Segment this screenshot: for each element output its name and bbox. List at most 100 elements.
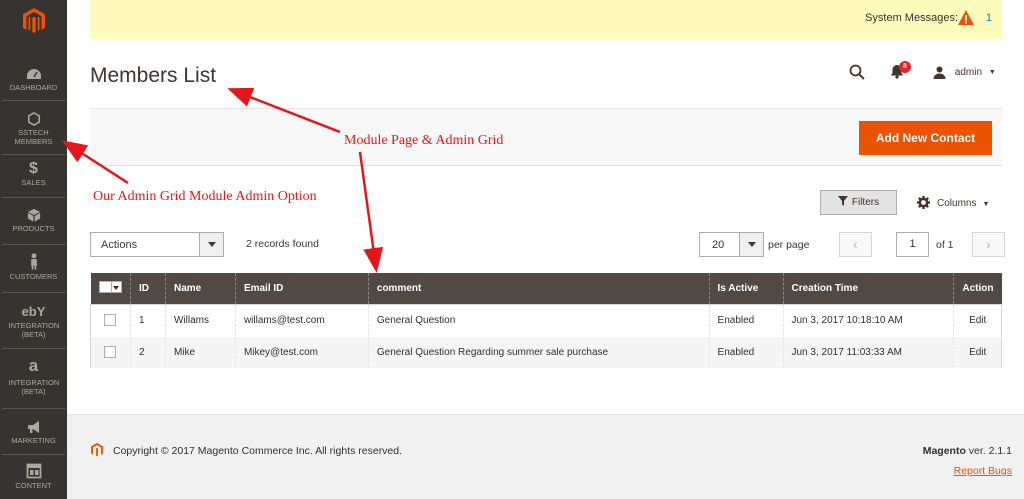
mass-actions-select[interactable]: Actions bbox=[90, 232, 224, 257]
column-header-is-active[interactable]: Is Active bbox=[708, 273, 783, 304]
cell-is-active: Enabled bbox=[708, 304, 783, 337]
sidebar-item-label: PRODUCTS bbox=[12, 224, 55, 233]
sidebar-item-customers[interactable]: CUSTOMERS bbox=[0, 253, 67, 281]
filters-label: Filters bbox=[851, 197, 880, 208]
column-header-creation-time[interactable]: Creation Time bbox=[782, 273, 954, 304]
divider bbox=[2, 292, 65, 293]
row-checkbox[interactable] bbox=[104, 346, 117, 358]
columns-label: Columns bbox=[937, 198, 977, 209]
dashboard-icon bbox=[26, 69, 41, 79]
sidebar-item-sstech-members[interactable]: SSTECH MEMBERS bbox=[0, 112, 67, 146]
user-icon bbox=[933, 66, 946, 79]
sidebar-item-marketing[interactable]: MARKETING bbox=[0, 420, 67, 445]
person-icon bbox=[30, 253, 37, 270]
ebay-icon: ebY bbox=[21, 304, 46, 319]
brand-name: Magento bbox=[922, 445, 966, 457]
chevron-right-icon: › bbox=[986, 236, 991, 252]
magento-logo-icon bbox=[22, 8, 45, 33]
cell-is-active: Enabled bbox=[708, 336, 783, 369]
notifications-badge: 8 bbox=[899, 61, 911, 73]
previous-page-button[interactable]: ‹ bbox=[839, 232, 872, 257]
report-bugs-link[interactable]: Report Bugs bbox=[954, 465, 1012, 477]
user-menu[interactable]: admin ▼ bbox=[933, 66, 996, 79]
global-search-button[interactable] bbox=[849, 64, 865, 83]
sidebar-item-label: DASHBOARD bbox=[9, 83, 58, 92]
dollar-icon: $ bbox=[29, 160, 38, 177]
cell-creation-time: Jun 3, 2017 11:03:33 AM bbox=[782, 336, 954, 369]
cell-comment: General Question Regarding summer sale p… bbox=[367, 336, 710, 369]
chevron-down-icon bbox=[199, 233, 223, 256]
page-number-input[interactable]: 1 bbox=[896, 232, 929, 257]
members-grid: ID Name Email ID comment Is Active Creat… bbox=[90, 273, 1002, 369]
chevron-down-icon: ▼ bbox=[982, 201, 990, 208]
content-icon bbox=[26, 463, 41, 479]
system-messages-count[interactable]: 1 bbox=[986, 12, 992, 24]
funnel-icon bbox=[837, 196, 848, 206]
divider bbox=[2, 454, 65, 455]
per-page-value: 20 bbox=[712, 239, 725, 251]
column-header-comment[interactable]: comment bbox=[367, 273, 710, 304]
sidebar-item-label: SSTECH MEMBERS bbox=[14, 128, 53, 146]
mass-select-checkbox[interactable] bbox=[98, 280, 122, 293]
cube-icon bbox=[27, 208, 40, 222]
sidebar-item-label: SALES bbox=[21, 178, 46, 187]
column-header-email[interactable]: Email ID bbox=[234, 273, 369, 304]
divider bbox=[2, 197, 65, 198]
table-row: 2 Mike Mikey@test.com General Question R… bbox=[90, 336, 1002, 369]
divider bbox=[2, 154, 65, 155]
sidebar-item-label: CUSTOMERS bbox=[9, 272, 58, 281]
sidebar-item-sales[interactable]: $ SALES bbox=[0, 160, 67, 188]
column-header-name[interactable]: Name bbox=[164, 273, 236, 304]
sidebar-item-content[interactable]: CONTENT bbox=[0, 463, 67, 490]
warning-icon bbox=[958, 10, 974, 25]
notifications-button[interactable]: 8 bbox=[890, 61, 911, 82]
page-footer: Copyright © 2017 Magento Commerce Inc. A… bbox=[67, 414, 1024, 499]
cell-comment: General Question bbox=[367, 304, 710, 337]
version-number: ver. 2.1.1 bbox=[968, 445, 1012, 457]
cell-id: 2 bbox=[129, 336, 166, 369]
search-icon bbox=[849, 64, 865, 80]
per-page-select[interactable]: 20 bbox=[699, 232, 764, 257]
grid-header-row: ID Name Email ID comment Is Active Creat… bbox=[90, 273, 1002, 304]
chevron-down-icon bbox=[739, 233, 763, 256]
cell-email: Mikey@test.com bbox=[234, 336, 369, 369]
edit-link[interactable]: Edit bbox=[953, 304, 1002, 337]
version-text: Magento ver. 2.1.1 bbox=[923, 445, 1012, 457]
amazon-icon: a bbox=[28, 356, 39, 375]
divider bbox=[2, 408, 65, 409]
magento-logo[interactable] bbox=[0, 0, 67, 42]
filters-button[interactable]: Filters bbox=[820, 190, 897, 215]
sidebar-item-label: INTEGRATION (BETA) bbox=[8, 378, 60, 396]
magento-footer-logo-icon bbox=[91, 443, 103, 457]
hexagon-icon bbox=[27, 112, 40, 126]
main-content: System Messages: 1 Members List 8 admin … bbox=[67, 0, 1024, 499]
column-header-id[interactable]: ID bbox=[129, 273, 166, 304]
chevron-down-icon bbox=[111, 280, 122, 293]
sidebar-item-dashboard[interactable]: DASHBOARD bbox=[0, 67, 67, 92]
table-row: 1 Willams willams@test.com General Quest… bbox=[90, 304, 1002, 337]
add-new-contact-button[interactable]: Add New Contact bbox=[859, 121, 992, 155]
cell-name: Willams bbox=[164, 304, 236, 337]
edit-link[interactable]: Edit bbox=[953, 336, 1002, 369]
cell-creation-time: Jun 3, 2017 10:18:10 AM bbox=[782, 304, 954, 337]
next-page-button[interactable]: › bbox=[972, 232, 1005, 257]
sidebar-item-integration-ebay[interactable]: ebY INTEGRATION (BETA) bbox=[0, 304, 67, 340]
row-checkbox[interactable] bbox=[104, 314, 117, 326]
cell-id: 1 bbox=[129, 304, 166, 337]
sidebar-item-label: CONTENT bbox=[15, 481, 52, 490]
sidebar-item-products[interactable]: PRODUCTS bbox=[0, 208, 67, 233]
page-total: of 1 bbox=[936, 239, 954, 251]
chevron-down-icon: ▼ bbox=[988, 69, 996, 76]
records-found: 2 records found bbox=[246, 238, 319, 250]
mass-select-header[interactable] bbox=[90, 273, 131, 304]
sidebar-item-label: MARKETING bbox=[11, 436, 56, 445]
chevron-left-icon: ‹ bbox=[853, 236, 858, 252]
divider bbox=[2, 100, 65, 101]
admin-sidebar: DASHBOARD SSTECH MEMBERS $ SALES PRODUCT… bbox=[0, 0, 67, 499]
system-messages-bar[interactable]: System Messages: 1 bbox=[90, 0, 1002, 39]
sidebar-item-integration-amazon[interactable]: a INTEGRATION (BETA) bbox=[0, 356, 67, 396]
columns-button[interactable]: Columns ▼ bbox=[917, 196, 989, 209]
divider bbox=[2, 244, 65, 245]
page-actions-bar: Add New Contact bbox=[90, 108, 1002, 166]
system-messages-label: System Messages: bbox=[865, 12, 958, 24]
